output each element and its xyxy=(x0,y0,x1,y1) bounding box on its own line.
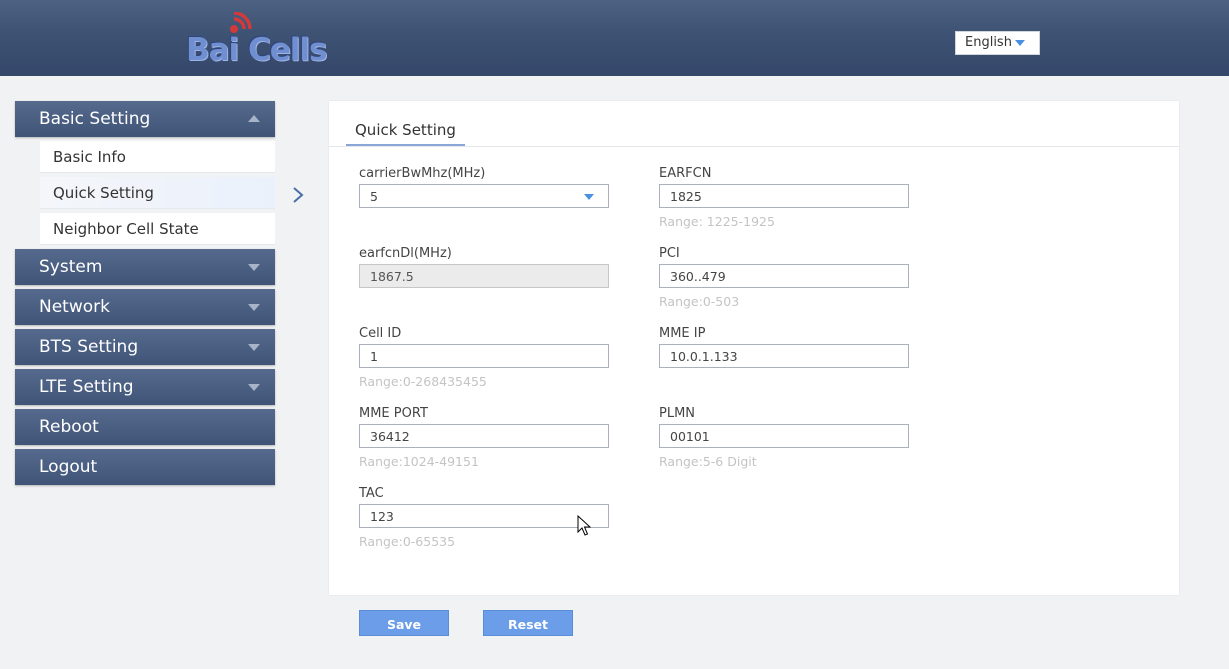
chevron-down-icon xyxy=(248,384,260,391)
carrier-bw-value: 5 xyxy=(370,189,378,204)
earfcn-label: EARFCN xyxy=(659,166,712,181)
tac-field[interactable]: 123 xyxy=(359,504,609,528)
earfcn-dl-field: 1867.5 xyxy=(359,264,609,288)
sidebar-subitem-quick-setting[interactable]: Quick Setting xyxy=(40,177,275,209)
sidebar-item-label: Logout xyxy=(39,457,98,477)
logo-text: Bai Cells xyxy=(186,32,327,68)
mme-port-field[interactable]: 36412 xyxy=(359,424,609,448)
chevron-up-icon xyxy=(248,115,260,122)
sidebar-subitem-label: Neighbor Cell State xyxy=(53,220,199,238)
tac-hint: Range:0-65535 xyxy=(359,534,456,549)
sidebar-item-label: LTE Setting xyxy=(39,377,134,397)
reset-button[interactable]: Reset xyxy=(483,610,573,636)
plmn-label: PLMN xyxy=(659,406,696,421)
quick-setting-panel: Quick Setting carrierBwMhz(MHz) 5 earfcn… xyxy=(329,101,1179,595)
tab-quick-setting[interactable]: Quick Setting xyxy=(346,121,465,146)
sidebar-subitem-basic-info[interactable]: Basic Info xyxy=(40,141,275,173)
pci-field[interactable]: 360..479 xyxy=(659,264,909,288)
earfcn-dl-value: 1867.5 xyxy=(370,269,414,284)
pci-value: 360..479 xyxy=(670,269,726,284)
earfcn-hint: Range: 1225-1925 xyxy=(659,214,775,229)
mme-port-value: 36412 xyxy=(370,429,410,444)
top-header: Bai Cells English xyxy=(0,0,1229,76)
mouse-pointer-icon xyxy=(577,515,591,536)
sidebar-subitem-neighbor-cell-state[interactable]: Neighbor Cell State xyxy=(40,213,275,245)
sidebar-item-label: Network xyxy=(39,297,110,317)
tac-label: TAC xyxy=(359,486,384,501)
sidebar-item-bts-setting[interactable]: BTS Setting xyxy=(15,329,275,365)
cell-id-field[interactable]: 1 xyxy=(359,344,609,368)
sidebar-item-logout[interactable]: Logout xyxy=(15,449,275,485)
pci-hint: Range:0-503 xyxy=(659,294,740,309)
tab-divider xyxy=(329,146,1179,147)
sidebar-item-reboot[interactable]: Reboot xyxy=(15,409,275,445)
cell-id-hint: Range:0-268435455 xyxy=(359,374,487,389)
language-value: English xyxy=(965,35,1012,50)
plmn-value: 00101 xyxy=(670,429,710,444)
mme-port-hint: Range:1024-49151 xyxy=(359,454,479,469)
sidebar-item-label: Basic Setting xyxy=(39,109,151,129)
sidebar-item-system[interactable]: System xyxy=(15,249,275,285)
pci-label: PCI xyxy=(659,246,680,261)
carrier-bw-label: carrierBwMhz(MHz) xyxy=(359,166,486,181)
sidebar-item-label: Reboot xyxy=(39,417,99,437)
carrier-bw-select[interactable]: 5 xyxy=(359,184,609,208)
earfcn-value: 1825 xyxy=(670,189,702,204)
sidebar-subitem-label: Quick Setting xyxy=(53,184,154,202)
cell-id-label: Cell ID xyxy=(359,326,402,341)
baicells-logo: Bai Cells xyxy=(186,12,327,72)
chevron-down-icon xyxy=(248,304,260,311)
plmn-field[interactable]: 00101 xyxy=(659,424,909,448)
earfcn-field[interactable]: 1825 xyxy=(659,184,909,208)
mme-port-label: MME PORT xyxy=(359,406,428,421)
tac-value: 123 xyxy=(370,509,394,524)
plmn-hint: Range:5-6 Digit xyxy=(659,454,757,469)
language-select[interactable]: English xyxy=(955,31,1040,55)
mme-ip-field[interactable]: 10.0.1.133 xyxy=(659,344,909,368)
sidebar-item-label: BTS Setting xyxy=(39,337,139,357)
chevron-down-icon xyxy=(248,264,260,271)
mme-ip-value: 10.0.1.133 xyxy=(670,349,738,364)
sidebar-item-network[interactable]: Network xyxy=(15,289,275,325)
sidebar-item-basic-setting[interactable]: Basic Setting xyxy=(15,101,275,137)
signal-logo-icon xyxy=(230,12,252,33)
chevron-right-icon xyxy=(293,187,304,203)
sidebar-subitem-label: Basic Info xyxy=(53,148,126,166)
chevron-down-icon xyxy=(1015,40,1025,46)
save-button[interactable]: Save xyxy=(359,610,449,636)
mme-ip-label: MME IP xyxy=(659,326,706,341)
sidebar-item-lte-setting[interactable]: LTE Setting xyxy=(15,369,275,405)
chevron-down-icon xyxy=(248,344,260,351)
chevron-down-icon xyxy=(584,194,594,200)
sidebar-item-label: System xyxy=(39,257,103,277)
cell-id-value: 1 xyxy=(370,349,378,364)
earfcn-dl-label: earfcnDl(MHz) xyxy=(359,246,452,261)
